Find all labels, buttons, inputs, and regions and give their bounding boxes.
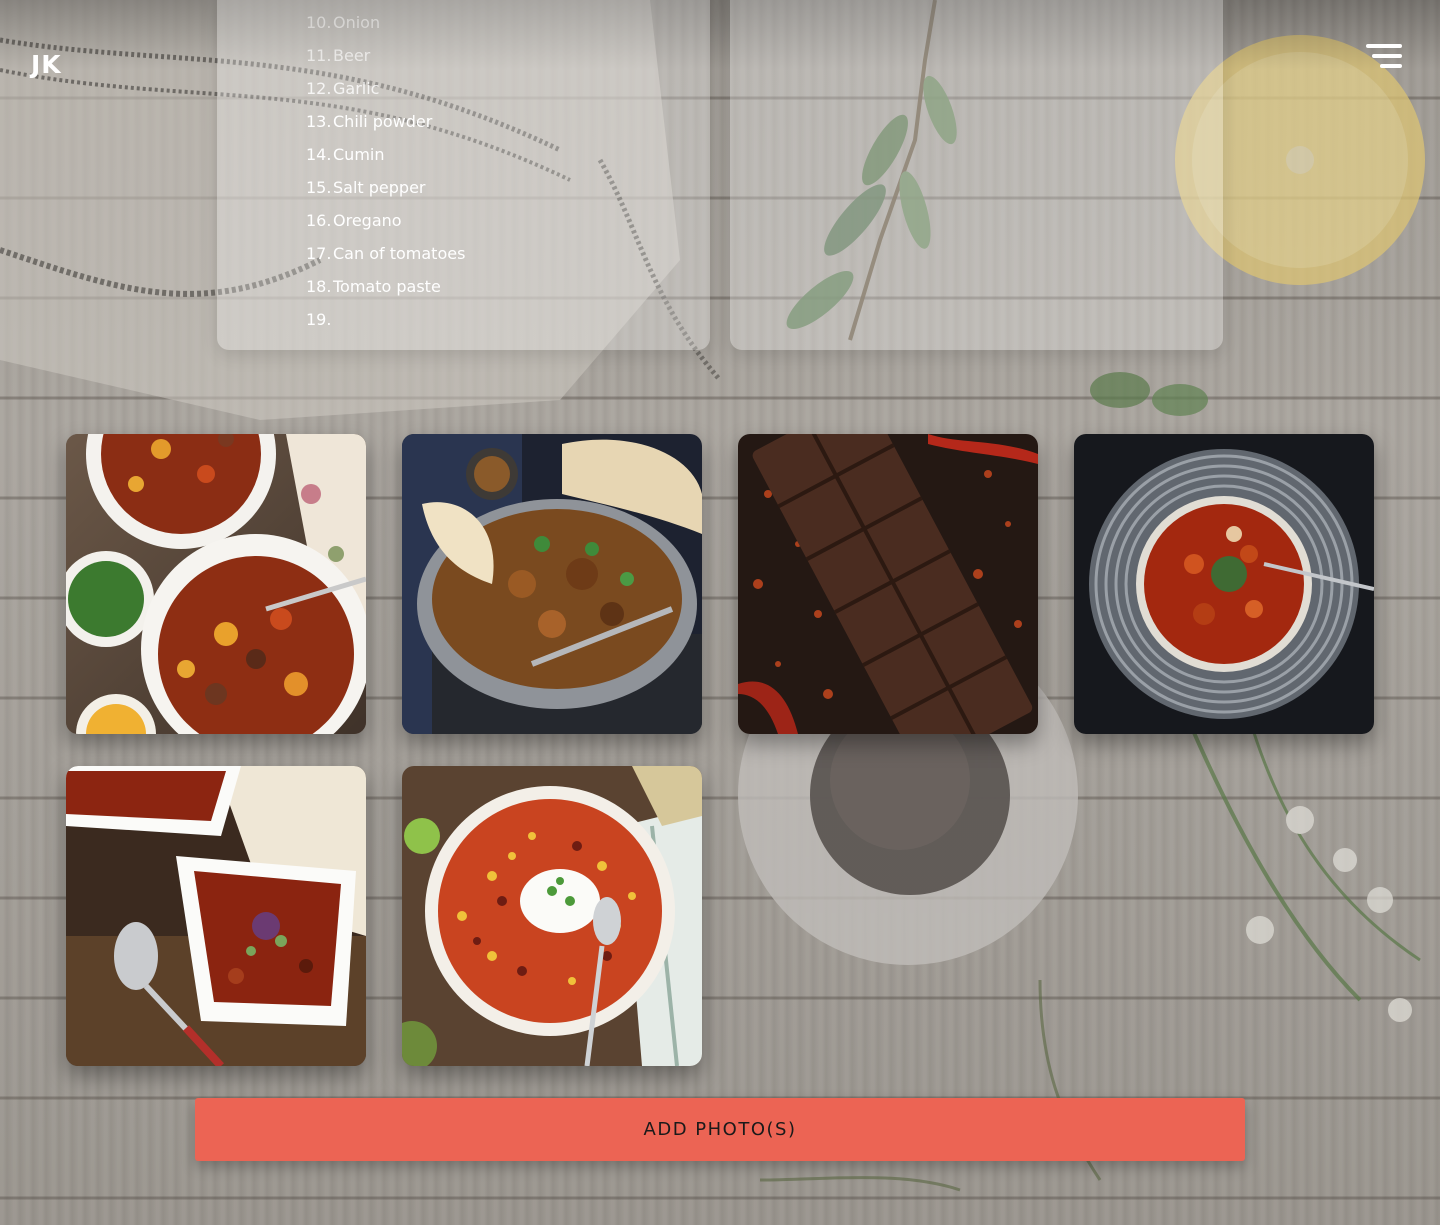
- ingredient-number: 10.: [306, 13, 332, 32]
- ingredient-number: 16.: [306, 211, 332, 230]
- ingredient-number: 12.: [306, 79, 332, 98]
- ingredient-item: 13. Chili powder: [306, 105, 465, 138]
- ingredient-item: 12. Garlic: [306, 72, 465, 105]
- hamburger-menu-icon[interactable]: [1362, 44, 1402, 76]
- ingredient-number: 18.: [306, 277, 332, 296]
- chili-square-bowls-photo[interactable]: [66, 766, 366, 1066]
- ingredient-name: Tomato paste: [333, 277, 441, 296]
- ingredient-name: Chili powder: [333, 112, 433, 131]
- ingredient-name: Can of tomatoes: [333, 244, 466, 263]
- info-panel: [730, 0, 1223, 350]
- curry-pan-naan-photo[interactable]: [402, 434, 702, 734]
- ingredient-name: Onion: [333, 13, 381, 32]
- chili-bowls-photo[interactable]: [66, 434, 366, 734]
- ingredient-item: 15. Salt pepper: [306, 171, 465, 204]
- ingredient-number: 15.: [306, 178, 332, 197]
- ingredient-name: Beer: [333, 46, 371, 65]
- ingredient-item: 10. Onion: [306, 6, 465, 39]
- bean-chili-sour-cream-photo[interactable]: [402, 766, 702, 1066]
- ingredient-number: 17.: [306, 244, 332, 263]
- ingredient-item: 16. Oregano: [306, 204, 465, 237]
- ingredient-list: 10. Onion 11. Beer 12. Garlic 13. Chili …: [306, 6, 465, 336]
- ingredient-item: 17. Can of tomatoes: [306, 237, 465, 270]
- add-photos-button[interactable]: ADD PHOTO(S): [195, 1098, 1245, 1161]
- ingredient-item: 11. Beer: [306, 39, 465, 72]
- menu-line-top: [1366, 44, 1402, 48]
- chocolate-bar-chili-flakes-photo[interactable]: [738, 434, 1038, 734]
- logo[interactable]: JK: [31, 50, 62, 79]
- ingredient-name: Garlic: [333, 79, 380, 98]
- ingredient-number: 11.: [306, 46, 332, 65]
- ingredient-number: 14.: [306, 145, 332, 164]
- ingredient-item: 18. Tomato paste: [306, 270, 465, 303]
- ingredient-number: 13.: [306, 112, 332, 131]
- ingredient-item: 19.: [306, 303, 465, 336]
- tomato-soup-plate-photo[interactable]: [1074, 434, 1374, 734]
- ingredient-name: Oregano: [333, 211, 402, 230]
- menu-line-middle: [1372, 54, 1402, 58]
- ingredient-name: Salt pepper: [333, 178, 426, 197]
- ingredient-item: 14. Cumin: [306, 138, 465, 171]
- ingredient-name: Cumin: [333, 145, 385, 164]
- menu-line-bottom: [1380, 64, 1402, 68]
- ingredient-number: 19.: [306, 310, 332, 329]
